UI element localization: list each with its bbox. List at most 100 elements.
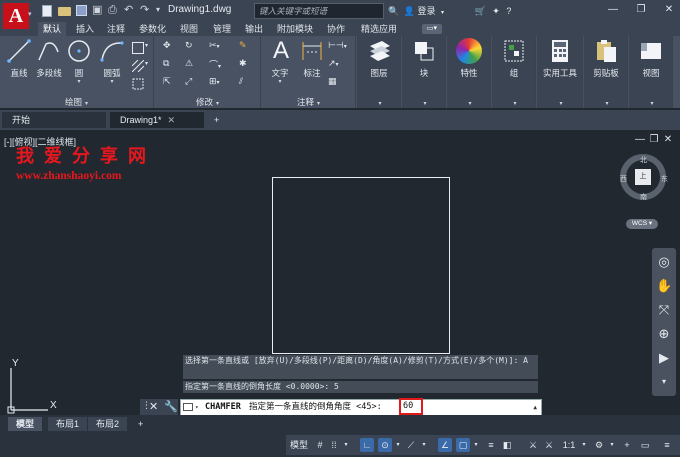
leader-icon[interactable]: ↗▾ (328, 58, 339, 71)
command-history-dropdown-icon[interactable]: ▲ (533, 400, 537, 415)
arc-button[interactable]: 圆弧 ▾ (98, 38, 126, 94)
tab-addins[interactable]: 附加模块 (272, 22, 318, 36)
tab-parametric[interactable]: 参数化 (134, 22, 171, 36)
compass-south[interactable]: 南 (640, 192, 647, 202)
fillet-icon[interactable]: ⌒▾ (209, 58, 221, 71)
new-tab-button[interactable]: + (208, 112, 225, 128)
object-snap-icon[interactable]: ▢ (456, 438, 470, 452)
restore-icon[interactable]: ❐ (634, 3, 648, 17)
dimension-button[interactable]: 标注 (298, 38, 326, 94)
hatch-icon[interactable] (131, 59, 145, 73)
ribbon-more-button[interactable]: ▭▾ (422, 24, 442, 34)
tab-default[interactable]: 默认 (38, 22, 67, 36)
save-as-icon[interactable]: ▣ (92, 3, 102, 17)
steering-wheel-icon[interactable]: ◎ (656, 254, 672, 270)
rotate-icon[interactable]: ↻ (185, 40, 193, 53)
tab-annotate[interactable]: 注释 (102, 22, 130, 36)
utilities-panel[interactable]: 实用工具 ▾ (537, 36, 583, 108)
user-icon[interactable]: 👤 (404, 6, 415, 16)
binoculars-icon[interactable]: 🔍 (388, 6, 399, 16)
annotation-panel-title[interactable]: 注释 ▾ (262, 97, 355, 107)
modify-panel-title[interactable]: 修改 ▾ (155, 97, 260, 107)
tab-close-icon[interactable]: ✕ (168, 115, 176, 125)
transparency-icon[interactable]: ◧ (500, 438, 514, 452)
minimize-icon[interactable]: — (606, 3, 620, 17)
tab-output[interactable]: 输出 (240, 22, 268, 36)
compass-east[interactable]: 东 (661, 174, 668, 184)
orbit-icon[interactable]: ⊕ (656, 326, 672, 342)
erase-icon[interactable]: ✎ (239, 40, 247, 53)
save-icon[interactable] (76, 5, 87, 16)
layer-panel[interactable]: 图层 ▾ (357, 36, 401, 108)
tab-layout2[interactable]: 布局2 (88, 417, 128, 431)
tab-collaborate[interactable]: 协作 (322, 22, 350, 36)
compass-west[interactable]: 西 (620, 174, 627, 184)
help-icon[interactable]: ? (506, 6, 511, 16)
trim-icon[interactable]: ✂▾ (209, 40, 220, 53)
linear-dimension-icon[interactable]: ⊢⊣▾ (328, 40, 347, 53)
search-input[interactable]: 键入关键字或短语 (254, 3, 384, 19)
array-icon[interactable]: ⊞▾ (209, 76, 220, 89)
polyline-button[interactable]: 多段线 (34, 38, 64, 94)
annotation-scale[interactable]: 1:1 (560, 438, 578, 452)
viewport-close-icon[interactable]: ✕ (662, 134, 674, 146)
command-input[interactable]: ▾ CHAMFER 指定第一条直线的倒角角度 <45>: 60 ▲ (180, 398, 542, 415)
text-dropdown-icon[interactable]: ▾ (268, 79, 292, 86)
polar-dropdown-icon[interactable]: ▾ (394, 438, 402, 452)
tab-start[interactable]: 开始 (2, 112, 106, 128)
show-motion-icon[interactable]: ▶ (656, 350, 672, 366)
command-close-icon[interactable]: ✕ (149, 400, 158, 413)
command-typed-value[interactable]: 60 (399, 398, 423, 415)
navbar-customize-icon[interactable]: ▾ (656, 374, 672, 390)
login-link[interactable]: 登录 (417, 6, 435, 16)
rectangle-icon[interactable] (132, 42, 144, 54)
object-snap-tracking-icon[interactable]: ∠ (438, 438, 452, 452)
viewport-minimize-icon[interactable]: — (634, 134, 646, 146)
circle-button[interactable]: 圆 ▾ (66, 38, 92, 94)
tab-drawing1[interactable]: Drawing1* ✕ (110, 112, 204, 128)
tab-insert[interactable]: 插入 (71, 22, 99, 36)
stretch-icon[interactable]: ⇱ (163, 76, 171, 89)
circle-dropdown-icon[interactable]: ▾ (66, 79, 92, 86)
line-button[interactable]: 直线 (6, 38, 32, 94)
add-layout-button[interactable]: + (130, 417, 151, 431)
customize-wrench-icon[interactable]: 🔧 (164, 400, 178, 413)
isodraft-icon[interactable]: ⟋ (404, 438, 418, 452)
wcs-menu[interactable]: WCS ▾ (626, 219, 658, 229)
table-icon[interactable]: ▦ (328, 76, 337, 89)
tab-manage[interactable]: 管理 (208, 22, 236, 36)
draw-panel-title[interactable]: 绘图 ▾ (0, 97, 153, 107)
boundary-icon[interactable] (132, 78, 144, 90)
pan-icon[interactable]: ✋ (656, 278, 672, 294)
drawing-canvas[interactable]: [-][俯视][二维线框] — ❐ ✕ 我爱分享网 www.zhanshaoyi… (0, 130, 680, 415)
isodraft-dropdown-icon[interactable]: ▾ (420, 438, 428, 452)
command-line-grip[interactable]: ⋮ ✕ 🔧 (140, 399, 178, 415)
move-icon[interactable]: ✥ (163, 40, 171, 53)
mirror-icon[interactable]: ⚠ (185, 58, 193, 71)
close-icon[interactable]: ✕ (662, 3, 676, 17)
tab-view[interactable]: 视图 (175, 22, 203, 36)
cart-icon[interactable]: 🛒 (475, 6, 486, 16)
compass-north[interactable]: 北 (640, 155, 647, 165)
print-icon[interactable]: ⎙ (108, 3, 117, 17)
copy-icon[interactable]: ⧉ (163, 58, 169, 71)
osnap-dropdown-icon[interactable]: ▾ (472, 438, 480, 452)
redo-icon[interactable]: ↷ (140, 3, 149, 17)
group-panel[interactable]: 组 ▾ (492, 36, 536, 108)
units-icon[interactable]: ▭ (638, 438, 652, 452)
command-prompt-icon[interactable] (183, 403, 193, 411)
login-dropdown-icon[interactable]: ▾ (441, 10, 444, 16)
undo-icon[interactable]: ↶ (124, 3, 133, 17)
lineweight-icon[interactable]: ≡ (484, 438, 498, 452)
customization-menu-icon[interactable]: ≡ (660, 438, 674, 452)
workspace-gear-icon[interactable]: ⚙ (592, 438, 606, 452)
scale-dropdown-icon[interactable]: ▾ (580, 438, 588, 452)
model-space-toggle[interactable]: 模型 (288, 438, 310, 452)
auto-scale-icon[interactable]: ⚔ (542, 438, 556, 452)
workspace-dropdown-icon[interactable]: ▾ (608, 438, 616, 452)
polar-tracking-icon[interactable]: ⊙ (378, 438, 392, 452)
annotation-visibility-icon[interactable]: ⚔ (526, 438, 540, 452)
new-file-icon[interactable] (42, 5, 52, 17)
snap-dropdown-icon[interactable]: ▾ (342, 438, 350, 452)
viewcube-top-face[interactable]: 上 (635, 169, 651, 185)
